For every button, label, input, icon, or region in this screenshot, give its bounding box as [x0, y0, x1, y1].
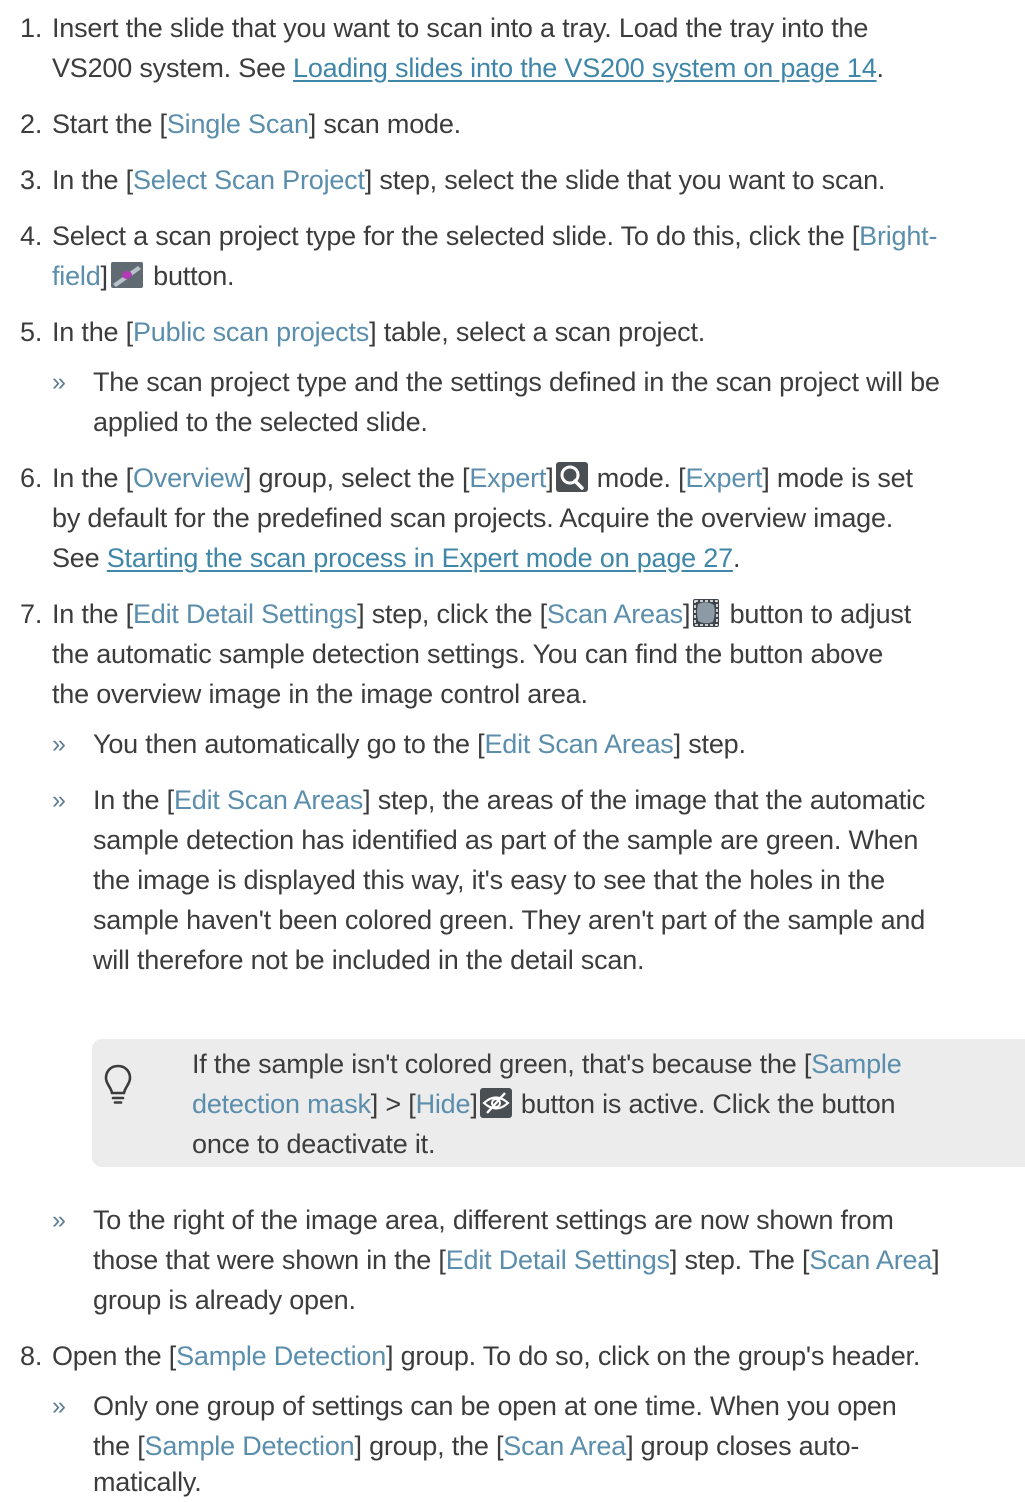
step-7-result-2: » In the [Edit Scan Areas] step, the are…	[52, 785, 926, 815]
step-number: 3.	[20, 165, 43, 195]
step-number: 8.	[20, 1341, 43, 1371]
step-8-result-line-2: the [Sample Detection] group, the [Scan …	[93, 1431, 860, 1461]
step-7-line-3: the overview image in the image control …	[52, 679, 588, 709]
step-5-result-line-2: applied to the selected slide.	[93, 407, 428, 437]
hide-eye-icon	[479, 1088, 512, 1129]
step-6-line-2: by default for the predefined scan proje…	[52, 503, 894, 533]
step-number: 1.	[20, 13, 43, 43]
ui-term: Single Scan	[166, 109, 309, 139]
step-text: Insert the slide that you want to scan i…	[52, 13, 869, 43]
brightfield-slide-icon	[110, 260, 144, 301]
step-7-result-2-line-5: will therefore not be included in the de…	[93, 945, 645, 975]
step-8-result: » Only one group of settings can be open…	[52, 1391, 897, 1421]
step-number: 5.	[20, 317, 43, 347]
ui-term: Bright-	[859, 221, 938, 251]
step-number: 4.	[20, 221, 43, 251]
step-7-result-3-line-2: those that were shown in the [Edit Detai…	[93, 1245, 940, 1275]
ui-term: field	[52, 261, 101, 291]
step-7-result-3-line-3: group is already open.	[93, 1285, 356, 1315]
scan-areas-icon	[692, 598, 720, 639]
step-7-result-3: » To the right of the image area, differ…	[52, 1205, 894, 1235]
step-7-result-1: » You then automatically go to the [Edit…	[52, 729, 746, 759]
document-page: 1. Insert the slide that you want to sca…	[0, 0, 1025, 1501]
step-5: 5. In the [Public scan projects] table, …	[0, 312, 1025, 352]
step-text-line: VS200 system. See Loading slides into th…	[52, 53, 884, 83]
ui-term: Select Scan Project	[132, 165, 365, 195]
step-number: 2.	[20, 109, 43, 139]
step-7-line-2: the automatic sample detection settings.…	[52, 639, 884, 669]
loading-slides-link[interactable]: Loading slides into the VS200 system on …	[293, 53, 877, 83]
step-3: 3. In the [Select Scan Project] step, se…	[0, 160, 1025, 200]
step-2: 2. Start the [Single Scan] scan mode.	[0, 104, 1025, 144]
step-4-line-1: 4. Select a scan project type for the se…	[0, 216, 1025, 256]
step-6-line-3: See Starting the scan process in Expert …	[52, 543, 741, 573]
step-8: 8. Open the [Sample Detection] group. To…	[0, 1336, 1025, 1376]
step-5-result: » The scan project type and the settings…	[0, 362, 1025, 402]
tip-line-3: once to deactivate it.	[192, 1129, 436, 1159]
step-4-line-2: field] button.	[0, 256, 1025, 296]
lightbulb-icon	[103, 1063, 133, 1110]
step-8-result-line-3: matically.	[93, 1467, 202, 1497]
step-1-line-2: VS200 system. See Loading slides into th…	[0, 48, 1025, 88]
step-7-result-2-line-4: sample haven't been colored green. They …	[93, 905, 926, 935]
ui-term: Public scan projects	[132, 317, 370, 347]
step-6-line-1: 6. In the [Overview] group, select the […	[0, 458, 1025, 498]
step-1-line-1: 1. Insert the slide that you want to sca…	[0, 8, 1025, 48]
step-7-line-1: 7. In the [Edit Detail Settings] step, c…	[0, 594, 1025, 634]
tip-line-2: detection mask] > [Hide] button is activ…	[192, 1084, 896, 1124]
expert-magnifier-icon	[555, 462, 588, 503]
result-arrow: »	[52, 368, 66, 396]
step-number: 6.	[20, 463, 43, 493]
step-7-result-2-line-3: the image is displayed this way, it's ea…	[93, 865, 885, 895]
step-number: 7.	[20, 599, 43, 629]
expert-mode-link[interactable]: Starting the scan process in Expert mode…	[107, 543, 733, 573]
step-7-result-2-line-2: sample detection has identified as part …	[93, 825, 919, 855]
tip-line-1: If the sample isn't colored green, that'…	[192, 1049, 902, 1079]
